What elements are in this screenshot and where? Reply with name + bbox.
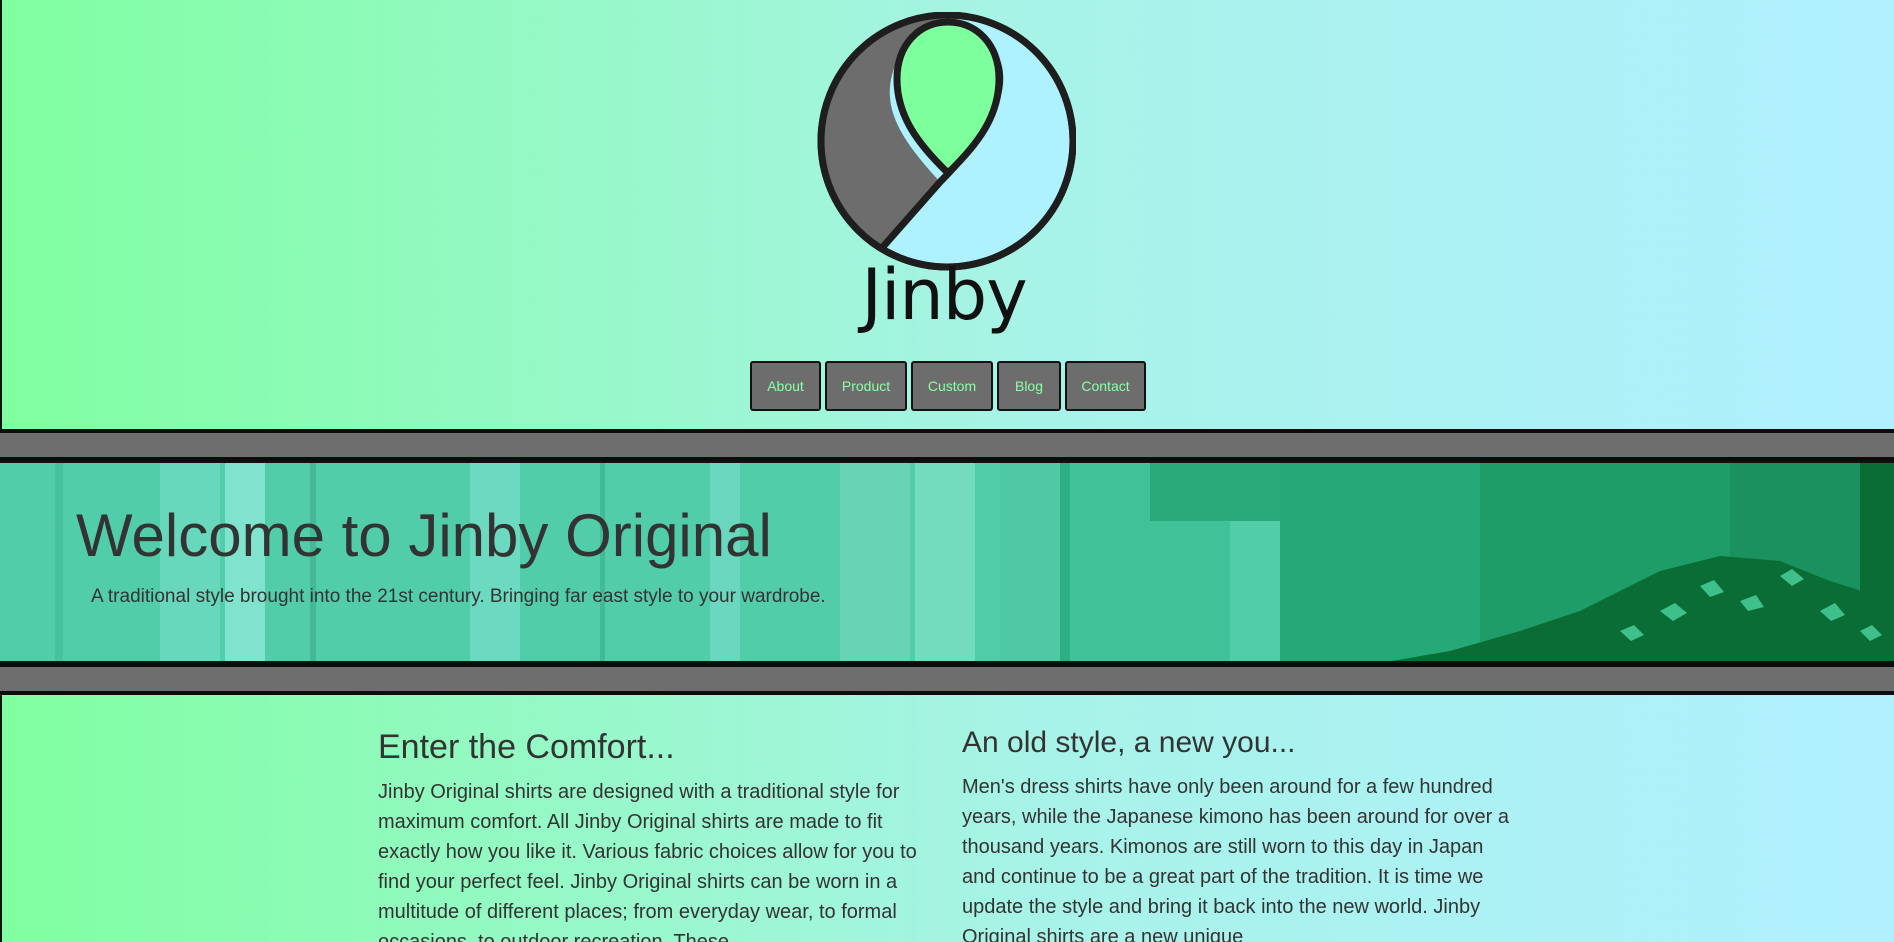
nav-blog-button[interactable]: Blog — [997, 361, 1061, 411]
hero-banner: Welcome to Jinby Original A traditional … — [0, 461, 1894, 663]
nav-contact-button[interactable]: Contact — [1065, 361, 1146, 411]
section-old-style: An old style, a new you... Men's dress s… — [962, 726, 1514, 942]
main-nav: About Product Custom Blog Contact — [750, 361, 1146, 411]
site-header: Jinby About Product Custom Blog Contact — [0, 0, 1894, 430]
jinby-logo[interactable]: Jinby — [812, 11, 1077, 336]
section-heading: An old style, a new you... — [962, 726, 1296, 759]
separator-band-bottom — [0, 663, 1894, 695]
section-comfort: Enter the Comfort... Jinby Original shir… — [378, 728, 930, 942]
nav-custom-button[interactable]: Custom — [911, 361, 993, 411]
hero-title: Welcome to Jinby Original — [76, 502, 772, 569]
section-heading: Enter the Comfort... — [378, 728, 675, 766]
logo-mark-icon — [817, 11, 1077, 271]
logo-wordmark: Jinby — [861, 254, 1027, 336]
hero-subtitle: A traditional style brought into the 21s… — [91, 586, 826, 607]
section-body: Jinby Original shirts are designed with … — [378, 781, 917, 942]
section-body: Men's dress shirts have only been around… — [962, 776, 1510, 942]
nav-about-button[interactable]: About — [750, 361, 821, 411]
separator-band-top — [0, 429, 1894, 461]
nav-product-button[interactable]: Product — [825, 361, 907, 411]
